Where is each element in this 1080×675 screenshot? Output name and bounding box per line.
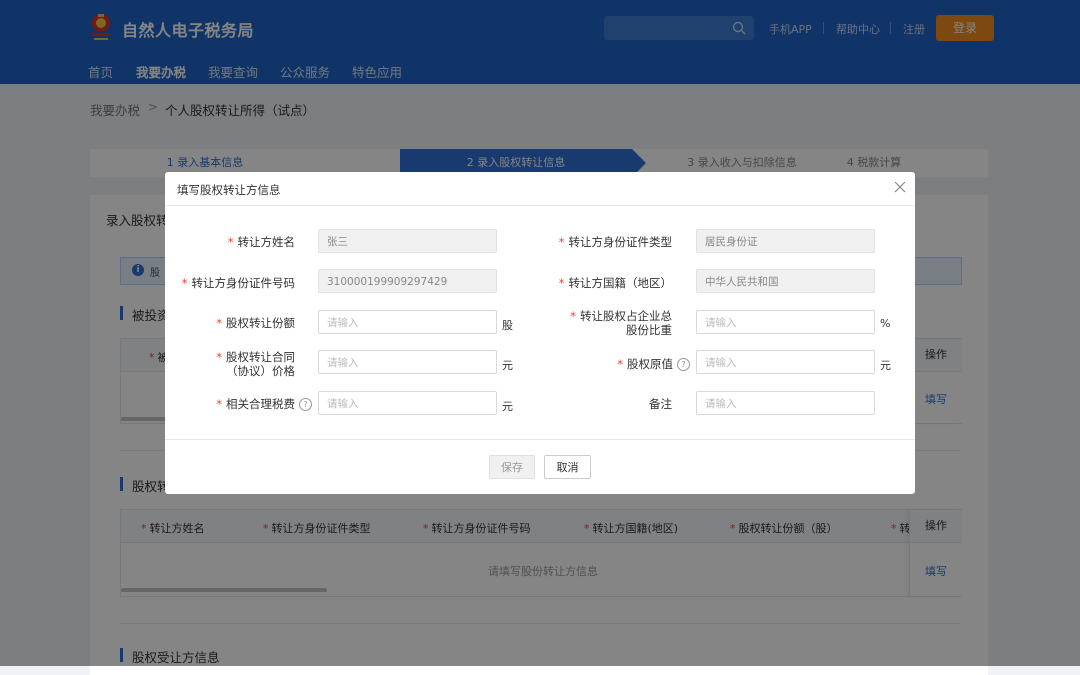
nationality-field[interactable]: 中华人民共和国	[696, 269, 875, 293]
tax-fee-label: * 相关合理税费?	[182, 397, 312, 411]
id-type-field[interactable]: 居民身份证	[696, 229, 875, 253]
original-value-label: * 股权原值?	[570, 357, 690, 371]
contract-price-label: * 股权转让合同（协议）价格	[216, 350, 295, 378]
contract-price-input[interactable]: 请输入	[318, 350, 497, 374]
id-number-field[interactable]: 310000199909297429	[318, 269, 497, 293]
name-label: * 转让方姓名	[227, 235, 295, 249]
fee-unit: 元	[502, 400, 513, 413]
transferor-dialog: 填写股权转让方信息 * 转让方姓名 张三 * 转让方身份证件类型 居民身份证 * 转让…	[165, 172, 915, 494]
save-button[interactable]: 保存	[489, 455, 535, 479]
id-type-label: * 转让方身份证件类型	[558, 235, 672, 249]
name-field[interactable]: 张三	[318, 229, 497, 253]
tax-fee-input[interactable]: 请输入	[318, 391, 497, 415]
help-icon[interactable]: ?	[677, 358, 690, 371]
dialog-title: 填写股权转让方信息	[177, 183, 281, 197]
share-unit: 股	[502, 319, 513, 332]
close-icon[interactable]	[894, 181, 906, 193]
remark-input[interactable]: 请输入	[696, 391, 875, 415]
share-ratio-label: * 转让股权占企业总股份比重	[570, 309, 672, 337]
share-amount-input[interactable]: 请输入	[318, 310, 497, 334]
dialog-footer-divider	[165, 439, 915, 440]
id-number-label: * 转让方身份证件号码	[181, 276, 295, 290]
contract-unit: 元	[502, 359, 513, 372]
original-value-input[interactable]: 请输入	[696, 350, 875, 374]
original-unit: 元	[880, 359, 891, 372]
help-icon[interactable]: ?	[299, 398, 312, 411]
cancel-button[interactable]: 取消	[544, 455, 591, 479]
share-ratio-input[interactable]: 请输入	[696, 310, 875, 334]
remark-label: 备注	[649, 397, 672, 411]
nationality-label: * 转让方国籍（地区）	[558, 276, 672, 290]
ratio-unit: %	[880, 317, 891, 330]
share-amount-label: * 股权转让份额	[216, 316, 295, 330]
dialog-header-divider	[165, 205, 915, 206]
